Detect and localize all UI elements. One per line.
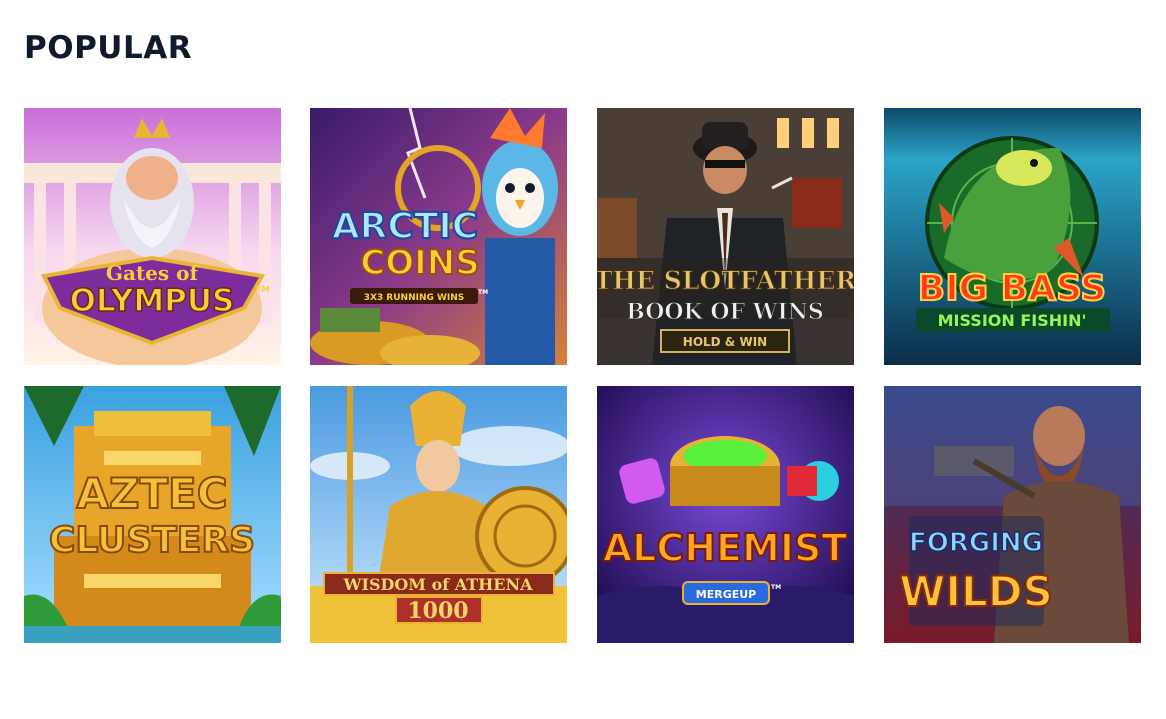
trademark-mark: TM <box>771 584 781 591</box>
game-title-line1: ARCTIC <box>332 206 478 247</box>
wisdom-of-athena-artwork: WISDOM of ATHENA 1000 <box>310 386 567 643</box>
game-tile-wisdom-of-athena[interactable]: WISDOM of ATHENA 1000 <box>310 386 567 643</box>
game-title-line1: THE SLOTFATHER <box>597 266 854 295</box>
game-title-line2: WILDS <box>899 567 1053 616</box>
alchemist-merge-up-artwork: ALCHEMIST MERGEUP TM <box>597 386 854 643</box>
game-title-line2: BOOK OF WINS <box>626 299 824 325</box>
game-tile-the-slotfather[interactable]: THE SLOTFATHER BOOK OF WINS HOLD & WIN <box>597 108 854 365</box>
game-badge: MERGEUP <box>696 588 756 601</box>
game-title-line1: AZTEC <box>76 469 227 518</box>
big-bass-mission-fishin-artwork: BIG BASS MISSION FISHIN' <box>884 108 1141 365</box>
trademark-mark: TM <box>256 285 269 294</box>
game-title-line2: CLUSTERS <box>49 520 255 561</box>
game-tile-forging-wilds[interactable]: FORGING WILDS <box>884 386 1141 643</box>
game-title-line1: Gates of <box>106 261 200 285</box>
forging-wilds-artwork: FORGING WILDS <box>884 386 1141 643</box>
the-slotfather-artwork: THE SLOTFATHER BOOK OF WINS HOLD & WIN <box>597 108 854 365</box>
game-tile-alchemist-merge-up[interactable]: ALCHEMIST MERGEUP TM <box>597 386 854 643</box>
trademark-mark: TM <box>478 289 488 296</box>
game-title-line1: ALCHEMIST <box>603 526 848 570</box>
game-title-line2: COINS <box>360 243 479 283</box>
game-tile-aztec-clusters[interactable]: AZTEC CLUSTERS <box>24 386 281 643</box>
section-title: POPULAR <box>24 30 193 66</box>
game-title-line2: OLYMPUS <box>70 283 235 319</box>
game-title-line1: BIG BASS <box>918 268 1106 309</box>
game-badge: 3X3 RUNNING WINS <box>364 293 465 303</box>
game-title-line2: MISSION FISHIN' <box>938 311 1087 330</box>
game-tile-gates-of-olympus[interactable]: Gates of OLYMPUS TM <box>24 108 281 365</box>
game-tile-arctic-coins[interactable]: ARCTIC COINS 3X3 RUNNING WINS TM <box>310 108 567 365</box>
game-tile-big-bass-mission-fishin[interactable]: BIG BASS MISSION FISHIN' <box>884 108 1141 365</box>
game-title-line1: WISDOM of ATHENA <box>342 575 533 594</box>
gates-of-olympus-artwork: Gates of OLYMPUS TM <box>24 108 281 365</box>
arctic-coins-artwork: ARCTIC COINS 3X3 RUNNING WINS TM <box>310 108 567 365</box>
game-title-line1: FORGING <box>909 528 1043 558</box>
game-badge: HOLD & WIN <box>683 335 767 349</box>
aztec-clusters-artwork: AZTEC CLUSTERS <box>24 386 281 643</box>
game-title-line2: 1000 <box>407 598 468 624</box>
